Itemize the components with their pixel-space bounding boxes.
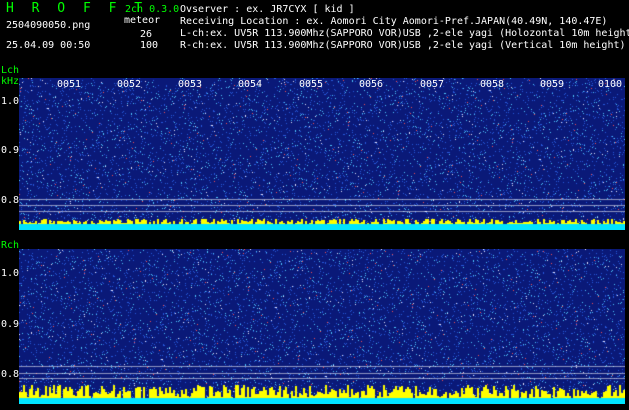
meteor-label: meteor (124, 15, 161, 26)
time-label-0059: 0059 (540, 79, 565, 90)
rch-tick-1.0: 1.0 (1, 268, 20, 279)
time-label-0056: 0056 (359, 79, 384, 90)
time-label-0054: 0054 (238, 79, 263, 90)
time-label-0051: 0051 (57, 79, 82, 90)
rch-receiver-info: R-ch:ex. UV5R 113.900Mhz(SAPPORO VOR)USB… (180, 40, 626, 51)
time-label-0057: 0057 (420, 79, 445, 90)
lch-tick-0.9: 0.9 (1, 145, 20, 156)
lch-unit: kHz (1, 76, 20, 87)
meteor-count-lch: 26 (140, 29, 153, 40)
location-info: Receiving Location : ex. Aomori City Aom… (180, 16, 608, 27)
version-label: 2ch 0.3.0 (125, 4, 180, 15)
lch-receiver-info: L-ch:ex. UV5R 113.900Mhz(SAPPORO VOR)USB… (180, 28, 629, 39)
capture-datetime: 25.04.09 00:50 (6, 40, 91, 51)
lch-tick-0.8: 0.8 (1, 195, 20, 206)
lch-spectrogram (19, 78, 625, 230)
rch-spectrogram (19, 249, 625, 404)
rch-label: Rch (1, 240, 20, 251)
observer-info: Ovserver : ex. JR7CYX [ kid ] (180, 4, 355, 15)
time-label-0055: 0055 (299, 79, 324, 90)
file-name: 2504090050.png (6, 20, 91, 31)
lch-label: Lch (1, 65, 20, 76)
rch-tick-0.8: 0.8 (1, 369, 20, 380)
time-label-0053: 0053 (178, 79, 203, 90)
time-label-0052: 0052 (117, 79, 142, 90)
rch-tick-0.9: 0.9 (1, 319, 20, 330)
time-label-0058: 0058 (480, 79, 505, 90)
lch-tick-1.0: 1.0 (1, 96, 20, 107)
meteor-count-rch: 100 (140, 40, 159, 51)
time-label-0100: 0100 (598, 79, 623, 90)
